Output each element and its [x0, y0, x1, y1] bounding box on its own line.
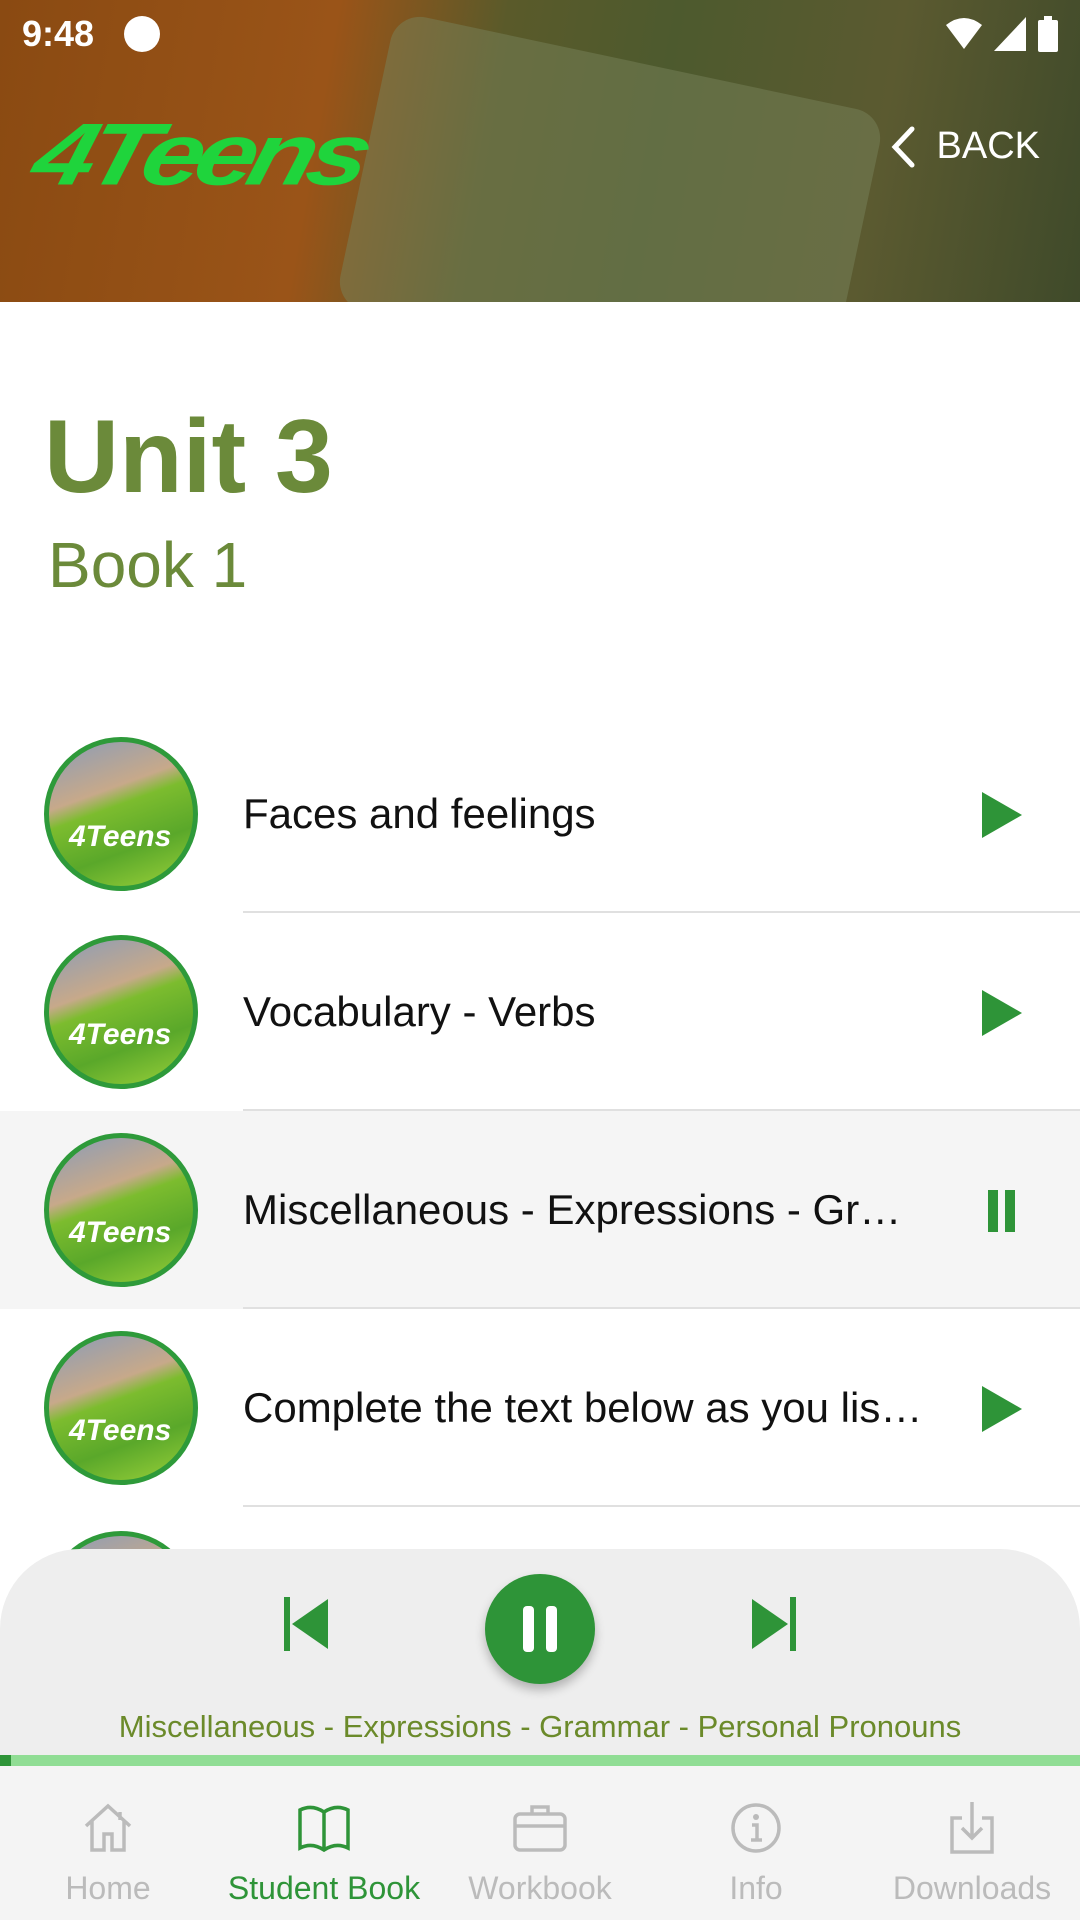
track-thumbnail: 4Teens — [44, 935, 198, 1089]
chevron-left-icon — [891, 126, 915, 167]
play-icon[interactable] — [978, 792, 1024, 838]
track-row[interactable]: 4Teens Vocabulary - Verbs — [0, 913, 1080, 1111]
nav-student-book[interactable]: Student Book — [216, 1766, 432, 1920]
track-title: Miscellaneous - Expressions - Grammar - … — [243, 1186, 923, 1233]
progress-fill — [0, 1755, 11, 1766]
signal-icon — [994, 17, 1026, 51]
audio-player: Miscellaneous - Expressions - Grammar - … — [0, 1549, 1080, 1767]
track-row[interactable]: 4Teens Faces and feelings — [0, 715, 1080, 913]
page-subtitle: Book 1 — [48, 529, 248, 601]
divider — [243, 1505, 1080, 1507]
play-icon[interactable] — [978, 990, 1024, 1036]
nav-label: Home — [65, 1870, 151, 1906]
track-title: Complete the text below as you listen — [243, 1384, 923, 1431]
nav-label: Student Book — [227, 1870, 421, 1906]
track-thumbnail: 4Teens — [44, 737, 198, 891]
nav-downloads[interactable]: Downloads — [864, 1766, 1080, 1920]
back-button[interactable]: BACK — [891, 125, 1040, 168]
now-playing-title: Miscellaneous - Expressions - Grammar - … — [118, 1709, 962, 1744]
back-label: BACK — [936, 125, 1040, 167]
book-icon — [298, 1805, 350, 1853]
wifi-icon — [946, 18, 982, 49]
pause-icon — [523, 1606, 557, 1652]
download-icon — [950, 1802, 994, 1854]
nav-label: Downloads — [892, 1870, 1052, 1906]
page-title: Unit 3 — [44, 399, 333, 515]
nav-info[interactable]: Info — [648, 1766, 864, 1920]
home-icon — [84, 1803, 132, 1852]
info-icon — [731, 1803, 781, 1853]
nav-home[interactable]: Home — [0, 1766, 216, 1920]
nav-workbook[interactable]: Workbook — [432, 1766, 648, 1920]
nav-label: Workbook — [468, 1870, 612, 1906]
nav-label: Info — [729, 1870, 783, 1906]
pause-button[interactable] — [485, 1574, 595, 1684]
track-thumbnail: 4Teens — [44, 1331, 198, 1485]
notification-icon — [124, 16, 161, 52]
app-logo: 4Teens — [22, 105, 377, 204]
thumbnail-logo: 4Teens — [69, 820, 172, 853]
pause-icon[interactable] — [978, 1188, 1024, 1234]
thumbnail-logo: 4Teens — [69, 1216, 172, 1249]
track-row[interactable]: 4Teens Miscellaneous - Expressions - Gram… — [0, 1111, 1080, 1309]
playback-progress-bar[interactable] — [0, 1755, 1080, 1766]
bottom-navigation: Home Student Book Workbook Info Downloads — [0, 1766, 1080, 1920]
track-thumbnail: 4Teens — [44, 1133, 198, 1287]
track-title: Faces and feelings — [243, 790, 596, 837]
track-row[interactable]: 4Teens Complete the text below as you lis… — [0, 1309, 1080, 1507]
skip-previous-icon[interactable] — [284, 1597, 330, 1651]
background-photo — [334, 11, 886, 302]
thumbnail-logo: 4Teens — [69, 1018, 172, 1051]
status-time: 9:48 — [22, 13, 95, 54]
header-banner: 9:48 4Teens BACK — [0, 0, 1080, 302]
battery-icon — [1038, 16, 1058, 52]
play-icon[interactable] — [978, 1386, 1024, 1432]
thumbnail-logo: 4Teens — [69, 1414, 172, 1447]
status-bar: 9:48 — [22, 13, 1058, 54]
track-title: Vocabulary - Verbs — [243, 988, 596, 1035]
briefcase-icon — [513, 1805, 567, 1852]
skip-next-icon[interactable] — [750, 1597, 796, 1651]
